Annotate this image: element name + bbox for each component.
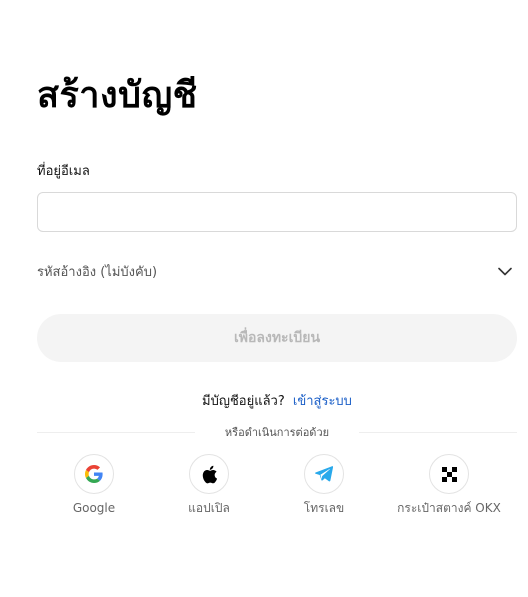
okx-wallet-login-button[interactable]: กระเป๋าสตางค์ OKX	[389, 454, 509, 516]
apple-label: แอปเปิล	[188, 501, 230, 515]
signup-button[interactable]: เพื่อลงทะเบียน	[37, 314, 517, 362]
telegram-icon	[304, 454, 344, 494]
page-title: สร้างบัญชี	[37, 75, 198, 116]
google-label: Google	[72, 501, 116, 515]
login-link[interactable]: เข้าสู่ระบบ	[293, 394, 352, 409]
google-login-button[interactable]: Google	[34, 454, 154, 516]
email-field[interactable]	[37, 192, 517, 232]
chevron-down-icon	[496, 262, 514, 280]
okx-icon	[429, 454, 469, 494]
referral-code-toggle[interactable]: รหัสอ้างอิง (ไม่บังคับ)	[37, 259, 517, 283]
login-prompt: มีบัญชีอยู่แล้ว? เข้าสู่ระบบ	[0, 393, 528, 411]
referral-code-label: รหัสอ้างอิง (ไม่บังคับ)	[37, 264, 158, 280]
email-label: ที่อยู่อีเมล	[37, 164, 90, 179]
okx-wallet-label: กระเป๋าสตางค์ OKX	[397, 501, 501, 515]
apple-icon	[189, 454, 229, 494]
login-prompt-text: มีบัญชีอยู่แล้ว?	[202, 394, 285, 409]
apple-login-button[interactable]: แอปเปิล	[149, 454, 269, 516]
telegram-label: โทรเลข	[303, 501, 345, 515]
divider-text: หรือดำเนินการต่อด้วย	[224, 426, 330, 439]
google-icon	[74, 454, 114, 494]
telegram-login-button[interactable]: โทรเลข	[264, 454, 384, 516]
